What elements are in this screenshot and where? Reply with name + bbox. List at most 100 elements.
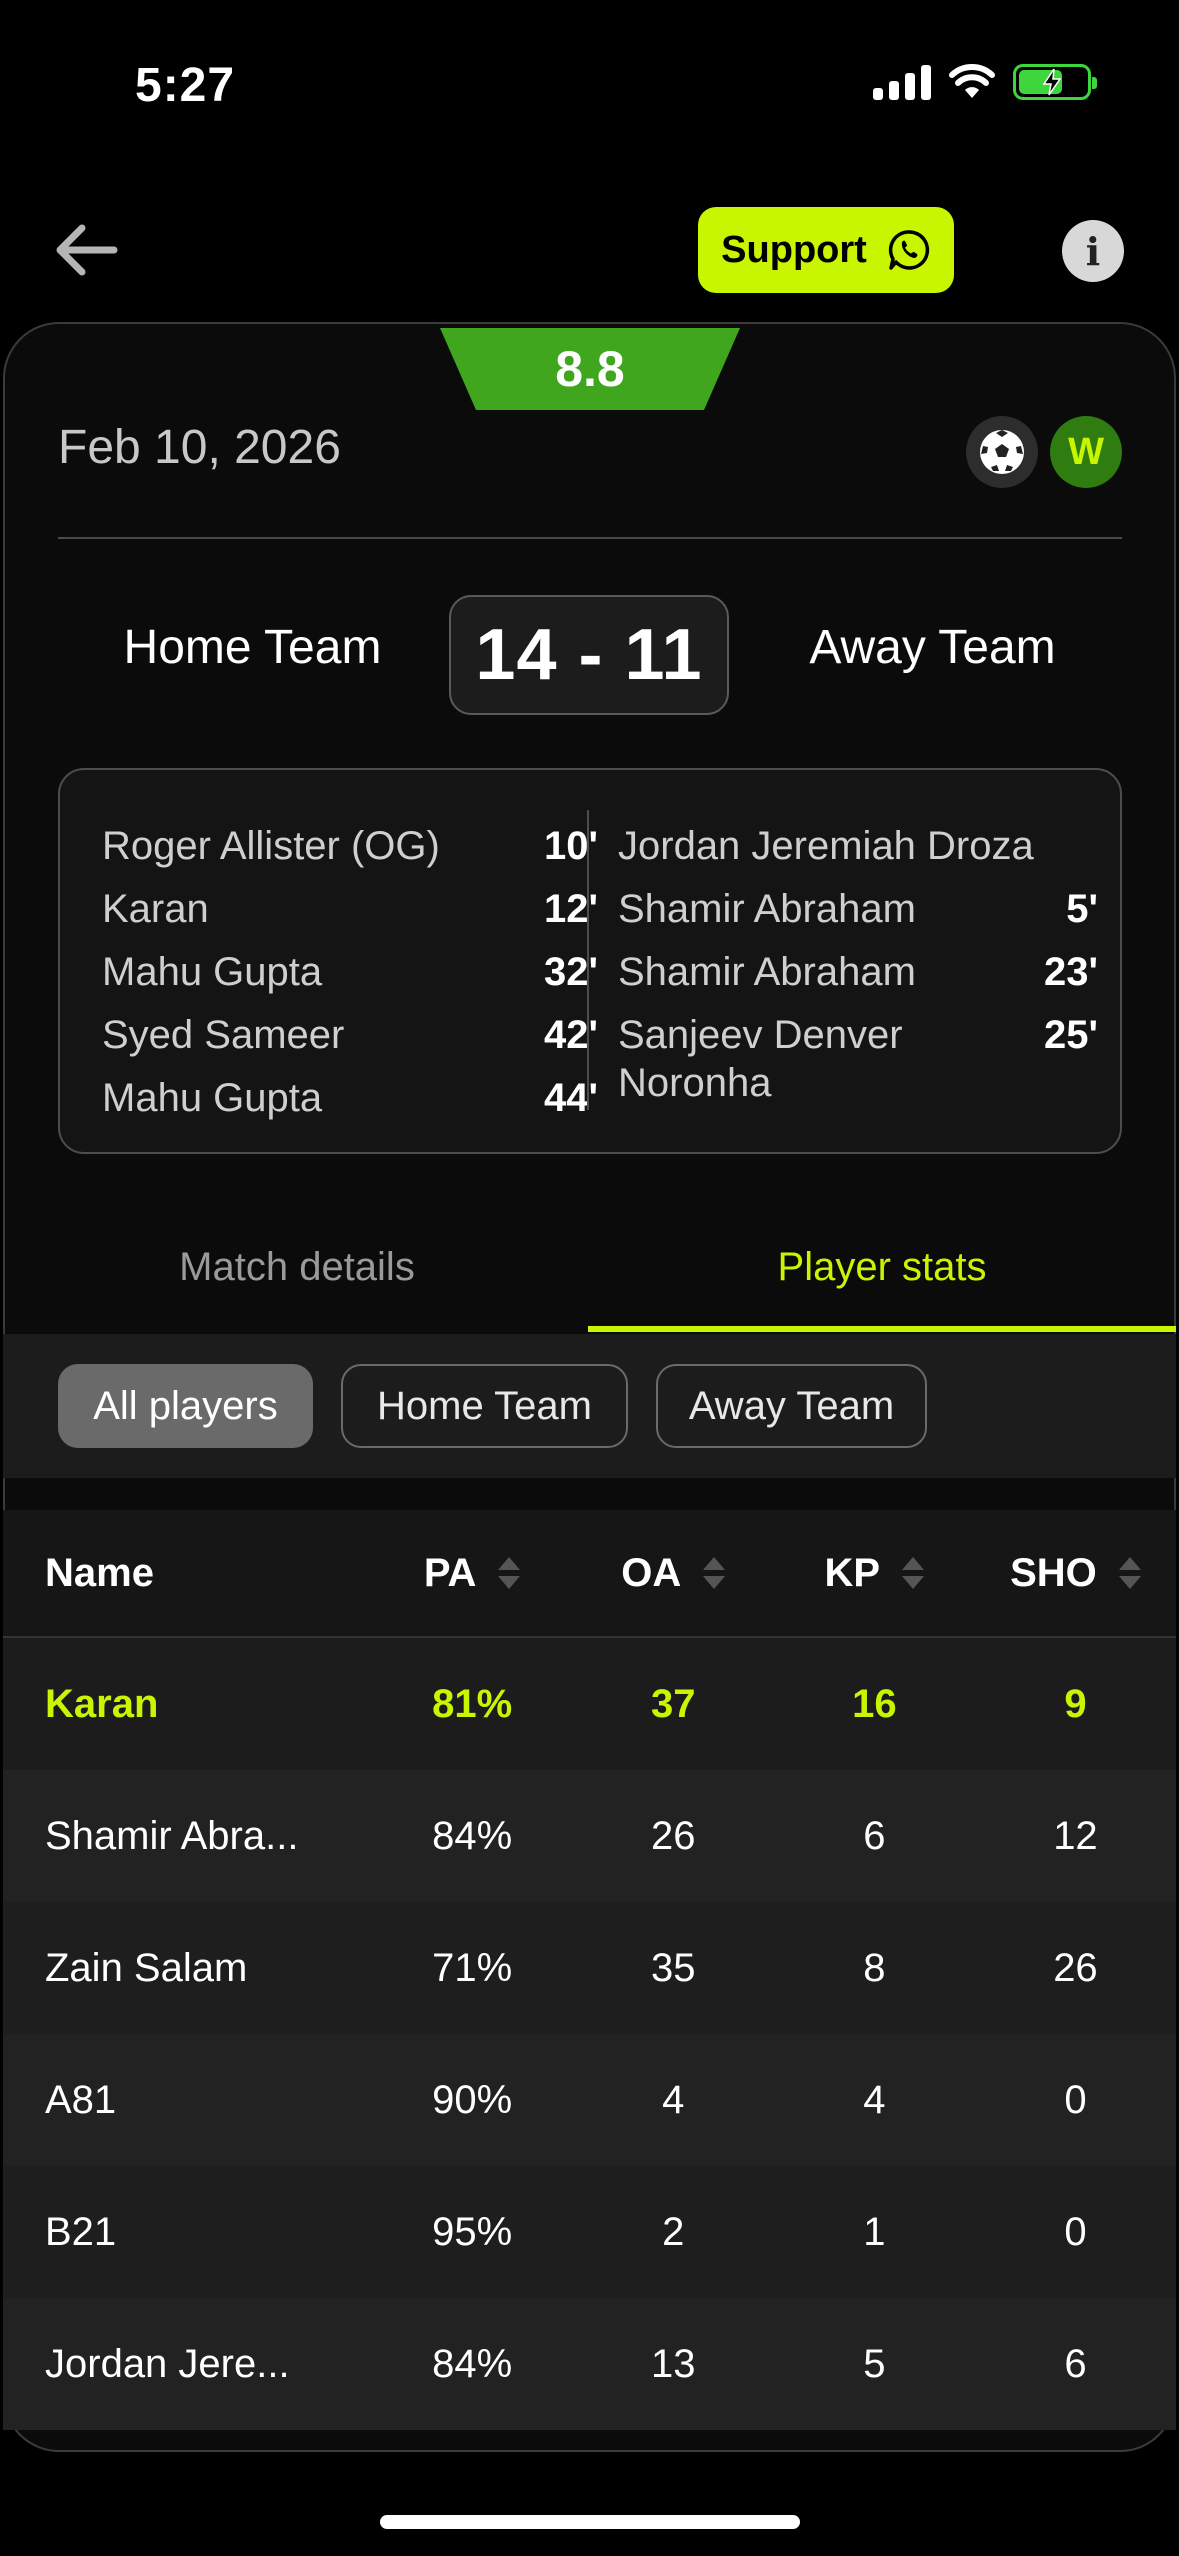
active-tab-indicator: [588, 1326, 1176, 1332]
scorer-name: Mahu Gupta: [102, 950, 323, 994]
match-date: Feb 10, 2026: [58, 421, 341, 474]
stat-sho: 9: [1064, 1681, 1087, 1726]
scorers-divider: [587, 810, 589, 1110]
scorer-row: Sanjeev Denver Noronha 25': [618, 1011, 1098, 1111]
col-header-pa[interactable]: PA: [372, 1551, 573, 1596]
col-header-kp[interactable]: KP: [774, 1551, 975, 1596]
table-header: Name PA OA KP SHO: [3, 1510, 1176, 1638]
stat-sho: 6: [1064, 2341, 1087, 2386]
col-header-sho-label: SHO: [1010, 1550, 1097, 1595]
info-button[interactable]: i: [1062, 220, 1124, 282]
stat-oa: 13: [650, 2341, 696, 2386]
stat-oa: 37: [650, 1681, 696, 1726]
header-divider: [58, 537, 1122, 539]
scorer-row: Shamir Abraham 5': [618, 885, 1098, 948]
goal-scorers-panel: Roger Allister (OG) 10' Karan 12' Mahu Gup…: [58, 768, 1122, 1154]
scorer-row: Shamir Abraham 23': [618, 948, 1098, 1011]
info-icon: i: [1085, 228, 1101, 274]
stat-pa: 84%: [432, 1813, 513, 1858]
stat-pa: 84%: [432, 2341, 513, 2386]
scorer-row: Mahu Gupta 44': [102, 1074, 598, 1137]
player-name: B21: [45, 2209, 117, 2254]
goal-minute: 25': [1043, 1013, 1098, 1057]
football-icon: [966, 416, 1038, 488]
scorer-name: Mahu Gupta: [102, 1076, 323, 1120]
stat-kp: 1: [863, 2209, 886, 2254]
scorer-row: Karan 12': [102, 885, 598, 948]
goal-minute: 23': [1043, 950, 1098, 994]
home-indicator[interactable]: [380, 2515, 800, 2529]
stat-kp: 8: [863, 1945, 886, 1990]
col-header-kp-label: KP: [824, 1550, 881, 1595]
cellular-signal-icon: [873, 64, 931, 100]
goal-minute: 5': [1066, 887, 1098, 931]
stat-kp: 16: [852, 1681, 897, 1726]
stat-pa: 95%: [432, 2209, 513, 2254]
stat-sho: 0: [1064, 2209, 1087, 2254]
wifi-icon: [949, 64, 995, 98]
table-row[interactable]: Shamir Abra... 84% 26 6 12: [3, 1770, 1176, 1902]
score: 14 - 11: [449, 595, 729, 715]
table-row[interactable]: B21 95% 2 1 0: [3, 2166, 1176, 2298]
goal-minute: 10': [543, 824, 598, 868]
col-header-sho[interactable]: SHO: [975, 1551, 1176, 1596]
stat-kp: 6: [863, 1813, 886, 1858]
scorer-name: Shamir Abraham: [618, 887, 916, 931]
status-time: 5:27: [135, 59, 236, 112]
scorer-row: Syed Sameer 42': [102, 1011, 598, 1074]
player-stats-table: Name PA OA KP SHO Karan 81% 37 16 9 Sham…: [3, 1510, 1176, 2430]
scorer-row: Roger Allister (OG) 10': [102, 822, 598, 885]
player-name: Shamir Abra...: [45, 1813, 299, 1858]
table-row[interactable]: Zain Salam 71% 35 8 26: [3, 1902, 1176, 2034]
scorer-name: Sanjeev Denver Noronha: [618, 1013, 903, 1105]
col-header-name: Name: [45, 1550, 154, 1595]
stat-kp: 5: [863, 2341, 886, 2386]
support-button[interactable]: Support: [698, 207, 954, 293]
whatsapp-icon: [888, 230, 929, 270]
stat-pa: 81%: [432, 1681, 513, 1726]
col-header-oa-label: OA: [621, 1550, 682, 1595]
goal-minute: 42': [543, 1013, 598, 1057]
filter-away-team[interactable]: Away Team: [656, 1364, 927, 1448]
tab-player-stats[interactable]: Player stats: [588, 1245, 1176, 1290]
stat-pa: 71%: [432, 1945, 513, 1990]
scorer-row: Jordan Jeremiah Droza: [618, 822, 1098, 885]
stat-sho: 12: [1053, 1813, 1098, 1858]
player-name: A81: [45, 2077, 117, 2122]
goal-minute: 32': [543, 950, 598, 994]
table-row[interactable]: A81 90% 4 4 0: [3, 2034, 1176, 2166]
scorer-name: Syed Sameer: [102, 1013, 345, 1057]
table-row[interactable]: Karan 81% 37 16 9: [3, 1638, 1176, 1770]
player-name: Karan: [45, 1681, 159, 1726]
battery-icon: [1013, 64, 1097, 100]
tab-match-details[interactable]: Match details: [3, 1245, 591, 1290]
stat-oa: 26: [650, 1813, 696, 1858]
filter-home-team[interactable]: Home Team: [341, 1364, 628, 1448]
stat-kp: 4: [863, 2077, 886, 2122]
sort-icon: [498, 1557, 521, 1589]
player-name: Jordan Jere...: [45, 2341, 290, 2386]
sort-icon: [703, 1557, 726, 1589]
goal-minute: 44': [543, 1076, 598, 1120]
stat-oa: 2: [662, 2209, 685, 2254]
back-button[interactable]: [50, 215, 120, 285]
stat-sho: 26: [1053, 1945, 1098, 1990]
col-header-oa[interactable]: OA: [573, 1551, 774, 1596]
away-team-name: Away Team: [809, 621, 1056, 674]
sort-icon: [1118, 1557, 1141, 1589]
stat-sho: 0: [1064, 2077, 1087, 2122]
player-name: Zain Salam: [45, 1945, 248, 1990]
table-row[interactable]: Jordan Jere... 84% 13 5 6: [3, 2298, 1176, 2430]
filter-all-players[interactable]: All players: [58, 1364, 313, 1448]
away-scorers: Jordan Jeremiah Droza Shamir Abraham 5' S…: [618, 822, 1098, 1111]
col-header-pa-label: PA: [423, 1550, 477, 1595]
arrow-left-icon: [56, 224, 118, 276]
scorer-name: Roger Allister (OG): [102, 824, 440, 868]
stat-pa: 90%: [432, 2077, 513, 2122]
goal-minute: 12': [543, 887, 598, 931]
result-badge: W: [1050, 416, 1122, 488]
status-icons: [873, 64, 1097, 100]
scorer-name: Jordan Jeremiah Droza: [618, 824, 1034, 868]
match-rating: 8.8: [440, 328, 740, 410]
home-scorers: Roger Allister (OG) 10' Karan 12' Mahu Gup…: [102, 822, 598, 1137]
